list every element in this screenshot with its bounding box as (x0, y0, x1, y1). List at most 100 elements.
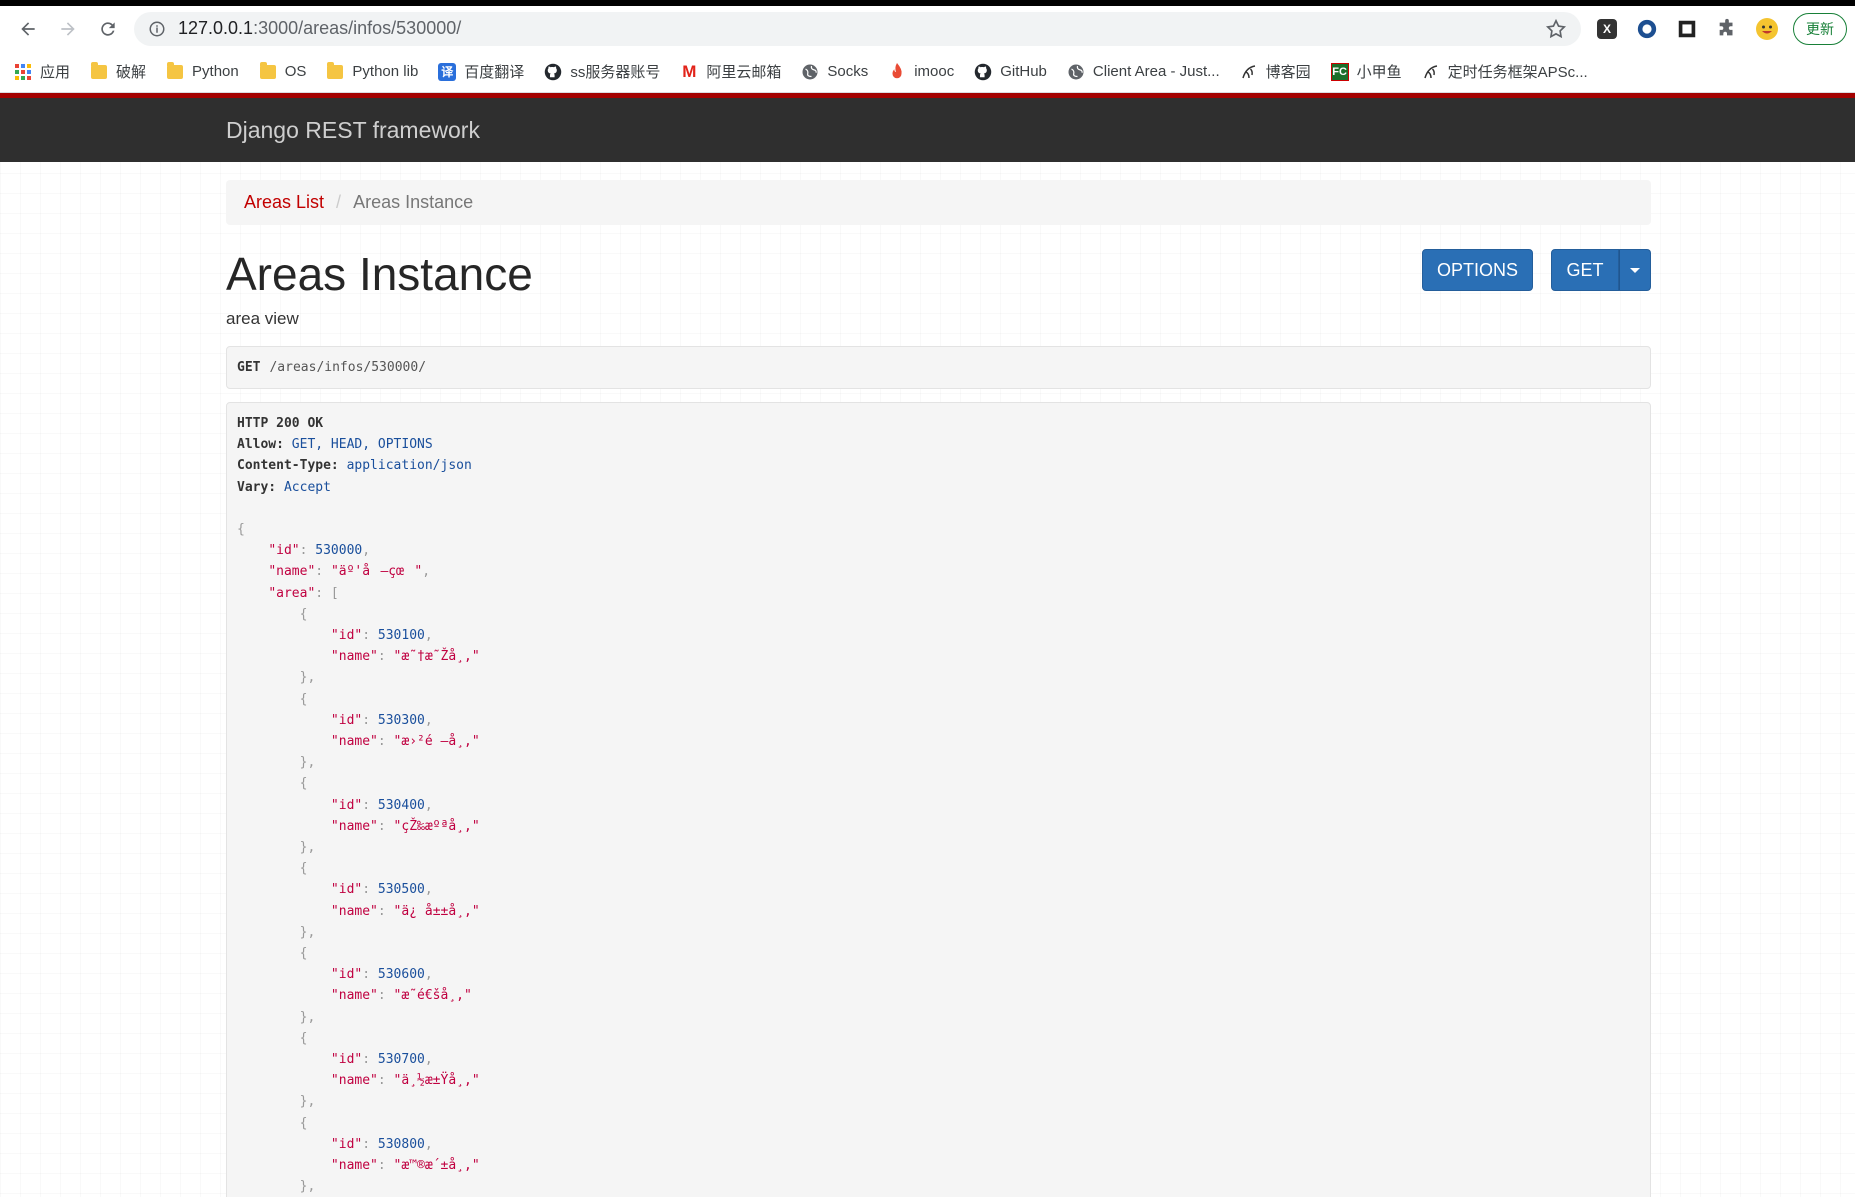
reload-icon (101, 21, 115, 36)
header-key: Content-Type: (237, 458, 339, 474)
forward-button[interactable] (52, 13, 84, 45)
address-bar[interactable]: 127.0.0.1:3000/areas/infos/530000/ (134, 11, 1581, 46)
brand-link[interactable]: Django REST framework (226, 117, 480, 144)
puzzle-icon (1719, 18, 1733, 35)
bookmark-item[interactable]: 定时任务框架APSc... (1422, 61, 1588, 82)
bookmark-item[interactable]: imooc (888, 62, 954, 81)
bookmark-item[interactable]: Client Area - Just... (1067, 63, 1220, 81)
json-area-list: { "id": 530100, "name": "æ˜†æ˜Žå¸‚" }, {… (237, 604, 1640, 1197)
area-name: "æ˜­é€šå¸‚" (393, 988, 472, 1004)
profile-avatar[interactable] (1752, 14, 1782, 44)
request-method: GET (237, 360, 261, 375)
options-button[interactable]: OPTIONS (1422, 249, 1533, 291)
area-id: 530400 (377, 797, 425, 813)
bookmark-item[interactable]: M 阿里云邮箱 (680, 61, 781, 82)
arrow-right-icon (61, 21, 75, 36)
header-value: GET, HEAD, OPTIONS (291, 437, 433, 453)
back-button[interactable] (12, 13, 44, 45)
github-icon (544, 63, 562, 81)
extension-square[interactable] (1672, 14, 1702, 44)
mail-m-icon: M (682, 61, 697, 81)
bookmark-item[interactable]: 应用 (14, 61, 70, 82)
area-name: "ä¸½æ±Ÿå¸‚" (393, 1073, 480, 1089)
bookmark-label: ss服务器账号 (570, 64, 661, 81)
url-text: 127.0.0.1:3000/areas/infos/530000/ (178, 18, 461, 39)
area-id: 530700 (377, 1052, 425, 1068)
browser-toolbar: 127.0.0.1:3000/areas/infos/530000/ X 更新 (0, 6, 1855, 51)
info-icon[interactable] (148, 20, 166, 38)
globe-icon (801, 63, 819, 81)
blog-icon (1422, 63, 1440, 81)
bookmark-item[interactable]: GitHub (974, 63, 1047, 81)
page-content: Django REST framework Areas List / Areas… (0, 93, 1855, 1197)
area-id: 530300 (377, 712, 425, 728)
json-open-brace: { (237, 522, 245, 537)
header-value: Accept (283, 479, 331, 495)
folder-icon (90, 61, 108, 81)
bookmark-item[interactable]: Python lib (326, 61, 419, 81)
area-id: 530500 (377, 882, 425, 898)
apps-grid-icon (14, 63, 32, 81)
breadcrumb-current: Areas Instance (353, 192, 474, 212)
emoji-avatar-icon (1756, 17, 1778, 40)
bookmark-item[interactable]: FC 小甲鱼 (1330, 61, 1402, 82)
bookmark-label: 小甲鱼 (1356, 64, 1402, 81)
translate-icon: 译 (438, 62, 457, 81)
x-icon: X (1597, 18, 1617, 39)
area-name: "æ™®æ´±å¸‚" (393, 1158, 480, 1174)
json-area-item: { "id": 530300, "name": "æ›²é–å¸‚" }, (237, 691, 480, 771)
get-format-dropdown[interactable] (1619, 249, 1651, 291)
bookmark-item[interactable]: Python (166, 61, 239, 81)
bookmark-label: 百度翻译 (464, 64, 525, 81)
json-area-item: { "id": 530800, "name": "æ™®æ´±å¸‚" }, (237, 1115, 480, 1195)
bookmark-label: 应用 (40, 64, 71, 81)
fc-icon: FC (1330, 62, 1349, 81)
bookmark-label: Client Area - Just... (1092, 63, 1220, 80)
response-info: HTTP 200 OK Allow: GET, HEAD, OPTIONS Co… (226, 402, 1651, 1197)
bookmark-label: 破解 (116, 64, 147, 81)
response-status: HTTP 200 OK (237, 416, 324, 431)
bookmark-star-icon[interactable] (1545, 18, 1567, 40)
blog-icon (1240, 63, 1258, 81)
bookmark-label: Python lib (352, 63, 419, 80)
main-container: Areas List / Areas Instance Areas Instan… (226, 180, 1651, 1197)
folder-icon (166, 61, 184, 81)
bookmark-label: GitHub (1000, 63, 1047, 80)
extension-circle[interactable] (1632, 14, 1662, 44)
flame-icon (888, 62, 906, 81)
globe-icon (1067, 63, 1085, 81)
breadcrumb-areas-list[interactable]: Areas List (244, 192, 324, 213)
bookmark-item[interactable]: 博客园 (1240, 61, 1311, 82)
page-title: Areas Instance (226, 248, 533, 300)
json-name: "äº'å—çœ" (330, 564, 423, 580)
bookmarks-bar: 应用 破解 Python OS Python lib 译百度翻译 ss服务器账号… (0, 51, 1855, 93)
bookmark-item[interactable]: ss服务器账号 (544, 61, 660, 82)
bookmark-label: 阿里云邮箱 (706, 64, 782, 81)
get-button[interactable]: GET (1551, 249, 1619, 291)
bookmark-item[interactable]: Socks (801, 63, 868, 81)
caret-down-icon (1630, 267, 1640, 273)
circle-extension-icon (1637, 19, 1657, 38)
extension-x[interactable]: X (1592, 14, 1622, 44)
area-name: "æ˜†æ˜Žå¸‚" (393, 649, 480, 665)
area-id: 530800 (377, 1136, 425, 1152)
json-area-item: { "id": 530700, "name": "ä¸½æ±Ÿå¸‚" }, (237, 1030, 480, 1110)
page-header: Areas Instance area view OPTIONS GET (226, 241, 1651, 336)
reload-button[interactable] (92, 13, 124, 45)
breadcrumb: Areas List / Areas Instance (226, 180, 1651, 225)
header-value: application/json (346, 458, 472, 474)
square-extension-icon (1678, 20, 1696, 37)
bookmark-label: OS (284, 63, 307, 80)
extensions-menu[interactable] (1712, 14, 1742, 44)
bookmark-item[interactable]: 破解 (90, 61, 146, 82)
area-id: 530100 (377, 628, 425, 644)
folder-icon (326, 61, 344, 81)
bookmark-item[interactable]: 译百度翻译 (438, 61, 524, 82)
bookmark-item[interactable]: OS (259, 61, 307, 81)
arrow-left-icon (21, 21, 35, 36)
url-path: :3000/areas/infos/530000/ (253, 18, 462, 38)
json-area-item: { "id": 530600, "name": "æ˜­é€šå¸‚" }, (237, 946, 472, 1025)
page-description: area view (226, 309, 299, 328)
json-area-item: { "id": 530500, "name": "ä¿å±±å¸‚" }, (237, 861, 480, 940)
update-button[interactable]: 更新 (1793, 12, 1847, 45)
